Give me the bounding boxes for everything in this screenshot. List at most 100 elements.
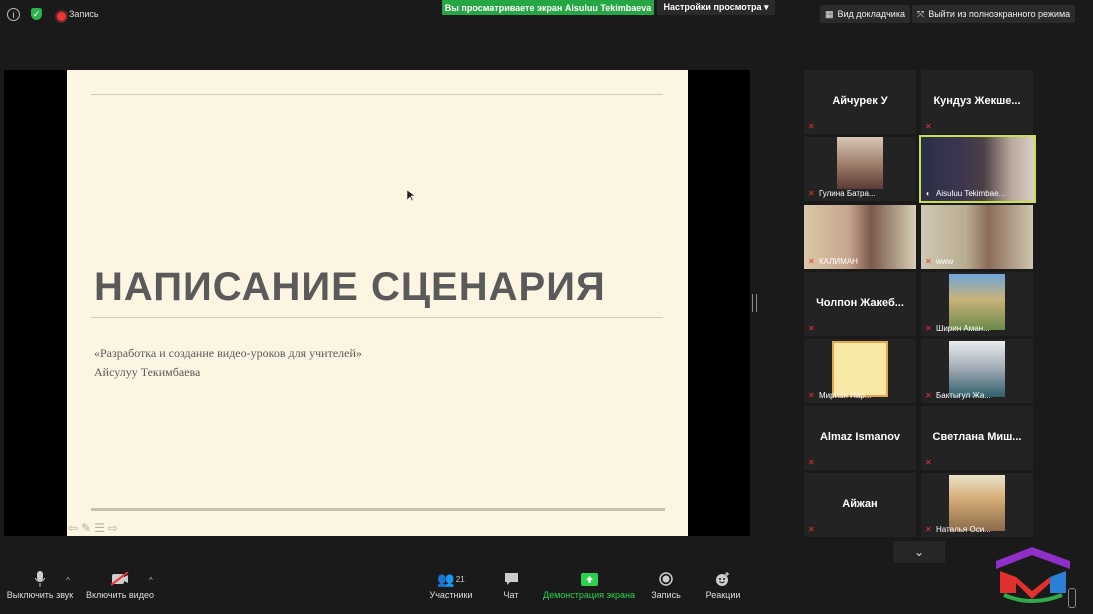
chat-label: Чат: [503, 590, 519, 600]
mic-muted-icon: ✕: [925, 391, 932, 400]
menu-icon[interactable]: ☰: [94, 521, 105, 535]
panel-resize-handle[interactable]: [752, 294, 757, 312]
mic-muted-icon: ✕: [808, 122, 815, 131]
reactions-button[interactable]: Реакции: [704, 568, 742, 600]
arrow-right-icon[interactable]: ⇨: [108, 521, 118, 535]
exit-fullscreen-label: Выйти из полноэкранного режима: [928, 9, 1071, 19]
mic-muted-icon: ✕: [808, 324, 815, 333]
mic-muted-icon: ✕: [925, 122, 932, 131]
record-status: Запись: [69, 9, 99, 19]
mouse-cursor-icon: [407, 190, 415, 202]
participant-name: Айжан: [842, 498, 878, 510]
slide-subtitle: «Разработка и создание видео-уроков для …: [94, 344, 362, 382]
participant-avatar-photo: [949, 274, 1005, 330]
mic-muted-icon: ✕: [808, 391, 815, 400]
participant-tile[interactable]: Айчурек У ✕: [804, 70, 916, 134]
mic-muted-icon: ✕: [925, 525, 932, 534]
mic-muted-icon: ✕: [925, 458, 932, 467]
mute-label: Выключить звук: [6, 590, 74, 600]
participant-name: Чолпон Жакеб...: [816, 297, 904, 309]
participant-tile[interactable]: Кундуз Жекше... ✕: [921, 70, 1033, 134]
mic-icon: ◖: [925, 189, 930, 198]
record-button[interactable]: Запись: [649, 568, 683, 600]
share-screen-button[interactable]: Демонстрация экрана: [542, 568, 636, 600]
mic-muted-icon: ✕: [925, 324, 932, 333]
presentation-slide[interactable]: НАПИСАНИЕ СЦЕНАРИЯ «Разработка и создани…: [67, 70, 688, 536]
meeting-toolbar: Выключить звук ^ Включить видео ^ 👥 21 У…: [0, 568, 1093, 614]
slide-subtitle-text: «Разработка и создание видео-уроков для …: [94, 346, 362, 360]
slide-author: Айсулуу Текимбаева: [94, 365, 201, 379]
exit-fullscreen-icon: ⤧: [917, 8, 925, 19]
video-options-caret[interactable]: ^: [149, 576, 153, 585]
participant-avatar-photo: [949, 341, 1005, 397]
pen-icon[interactable]: ✎: [81, 521, 91, 535]
participant-name: Almaz Ismanov: [819, 431, 901, 443]
speaker-view-label: Вид докладчика: [837, 9, 905, 19]
view-options-button[interactable]: Настройки просмотра ▾: [657, 0, 775, 15]
mic-muted-icon: ✕: [808, 458, 815, 467]
participant-tile[interactable]: ✕ www: [921, 205, 1033, 269]
record-icon: [55, 10, 68, 23]
sharing-banner: Вы просматриваете экран Aisuluu Tekimbae…: [442, 0, 654, 15]
participant-label: Гулина Батра...: [819, 189, 876, 198]
participant-label: www: [936, 257, 954, 266]
grid-icon: ▦: [825, 8, 834, 19]
slide-bottom-bar: [91, 508, 665, 511]
participant-tile[interactable]: Almaz Ismanov ✕: [804, 406, 916, 470]
participant-avatar-photo: [949, 475, 1005, 531]
participant-tile[interactable]: ✕ Бактыгул Жа...: [921, 339, 1033, 403]
participants-count: 21: [455, 574, 465, 584]
participant-label: Ширин Аман...: [936, 324, 990, 333]
participant-label: КАЛИМАН: [819, 257, 858, 266]
chevron-down-icon: ⌄: [913, 545, 925, 559]
slide-navigation: ⇦ ✎ ☰ ⇨: [68, 521, 118, 535]
video-label: Включить видео: [86, 590, 154, 600]
chat-button[interactable]: Чат: [497, 568, 525, 600]
participant-tile[interactable]: Светлана Миш... ✕: [921, 406, 1033, 470]
reaction-smiley-icon: [715, 568, 731, 590]
video-off-icon: [111, 568, 129, 590]
participant-label: Aisuluu Tekimbae...: [936, 189, 1006, 198]
participant-avatar-photo: [832, 341, 888, 397]
participant-tile[interactable]: ✕ КАЛИМАН: [804, 205, 916, 269]
participant-tile[interactable]: Айжан ✕: [804, 473, 916, 537]
share-screen-icon: [580, 568, 598, 590]
mic-muted-icon: ✕: [925, 257, 932, 266]
arrow-left-icon[interactable]: ⇦: [68, 521, 78, 535]
mic-muted-icon: ✕: [808, 257, 815, 266]
share-screen-label: Демонстрация экрана: [543, 590, 635, 600]
exit-fullscreen-button[interactable]: ⤧ Выйти из полноэкранного режима: [912, 5, 1076, 23]
scroll-indicator[interactable]: [1068, 588, 1076, 608]
record-icon: [659, 568, 673, 590]
slide-title-rule: [91, 317, 663, 318]
microphone-icon: [35, 568, 45, 590]
participant-tile-active-speaker[interactable]: ◖ Aisuluu Tekimbae...: [919, 135, 1036, 203]
start-video-button[interactable]: Включить видео: [86, 568, 154, 600]
gallery-scroll-down-button[interactable]: ⌄: [893, 541, 945, 563]
top-bar: i ✓ Запись Вы просматриваете экран Aisul…: [0, 0, 1093, 28]
participant-label: Бактыгул Жа...: [936, 391, 991, 400]
participant-name: Айчурек У: [832, 95, 888, 107]
participants-icon-group: 👥 21: [437, 568, 464, 590]
participants-button[interactable]: 👥 21 Участники: [426, 568, 476, 601]
slide-top-rule: [91, 94, 663, 95]
record-label: Запись: [651, 590, 681, 600]
speaker-view-button[interactable]: ▦ Вид докладчика: [820, 5, 910, 23]
participant-tile[interactable]: Чолпон Жакеб... ✕: [804, 272, 916, 336]
participant-tile[interactable]: ✕ Ширин Аман...: [921, 272, 1033, 336]
participant-tile[interactable]: ✕ Мириан Нар...: [804, 339, 916, 403]
participant-label: Наталья Оси...: [936, 525, 991, 534]
participant-tile[interactable]: ✕ Наталья Оси...: [921, 473, 1033, 537]
participants-label: Участники: [429, 590, 473, 600]
participant-video: [837, 137, 883, 189]
info-icon[interactable]: i: [7, 8, 20, 21]
participant-tile[interactable]: ✕ Гулина Батра...: [804, 137, 916, 201]
slide-title: НАПИСАНИЕ СЦЕНАРИЯ: [94, 265, 606, 309]
mute-button[interactable]: Выключить звук: [6, 568, 74, 600]
audio-options-caret[interactable]: ^: [66, 576, 70, 585]
mic-muted-icon: ✕: [808, 525, 815, 534]
shield-icon[interactable]: ✓: [31, 8, 42, 20]
participant-label: Мириан Нар...: [819, 391, 872, 400]
participants-icon: 👥: [437, 570, 455, 587]
participant-name: Светлана Миш...: [932, 431, 1022, 443]
